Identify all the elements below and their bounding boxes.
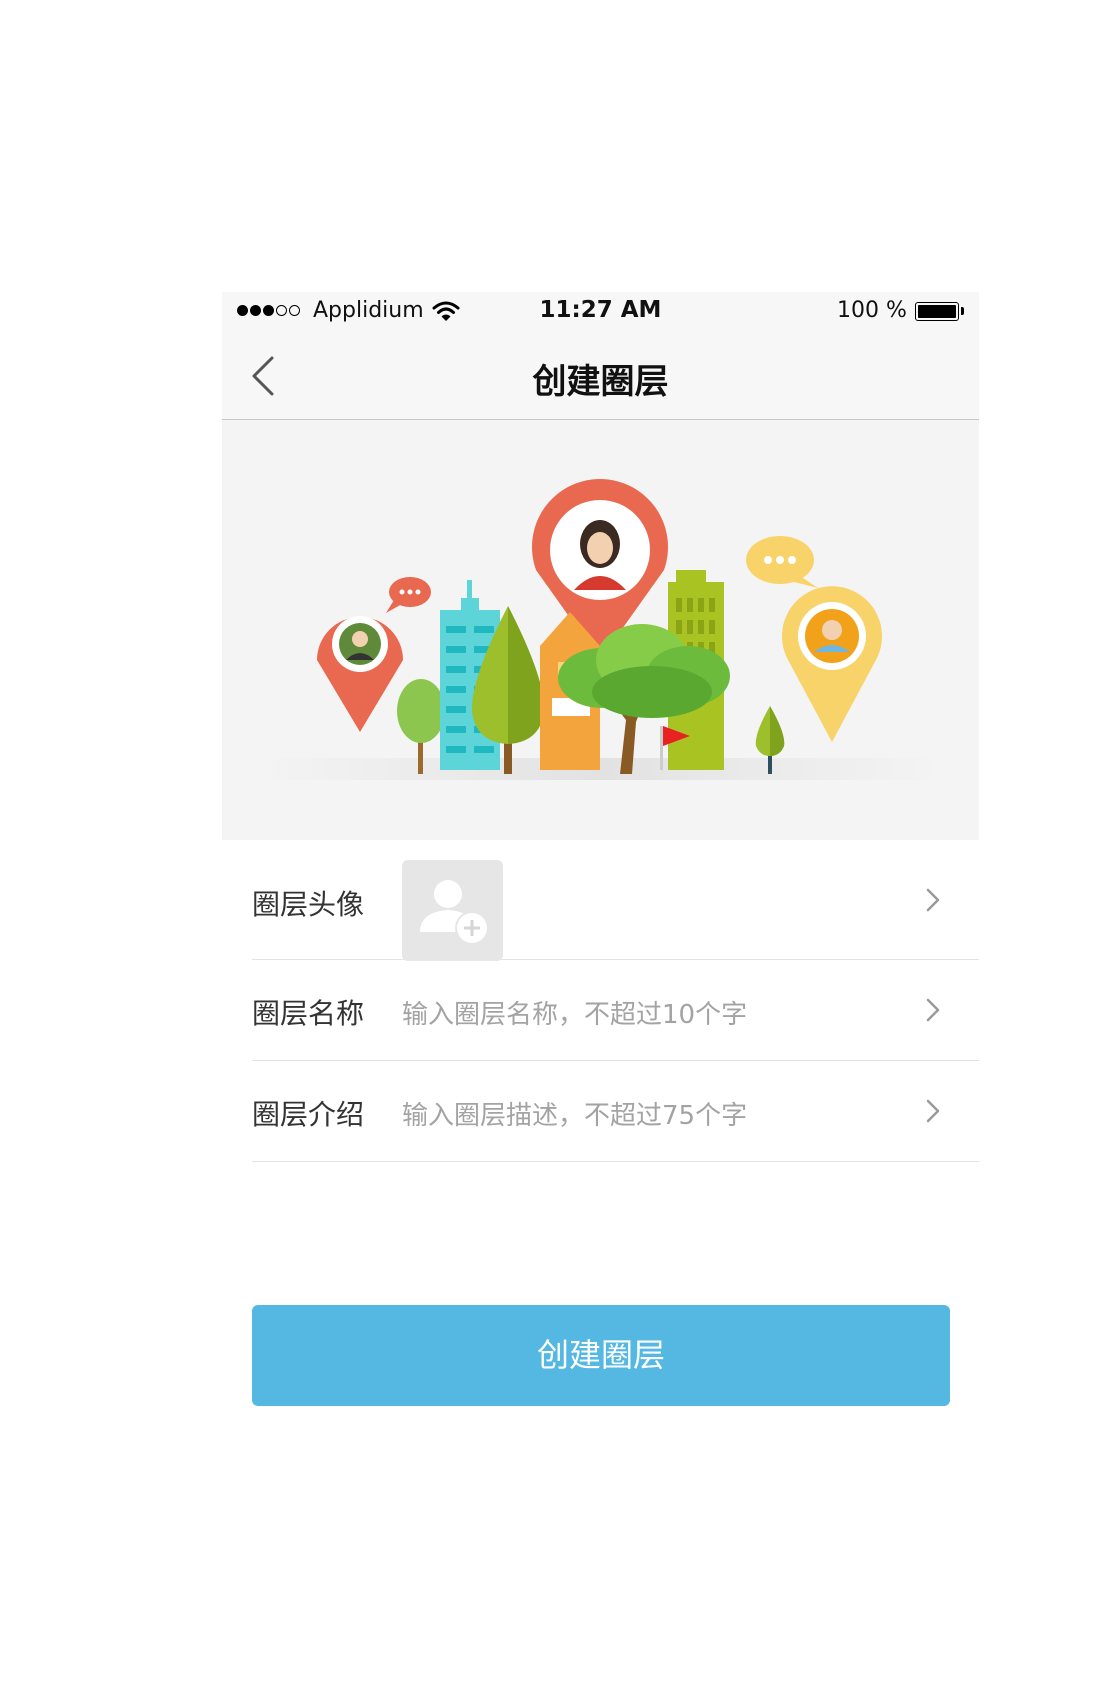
intro-row[interactable]: 圈层介绍 输入圈层描述，不超过75个字: [252, 1061, 979, 1162]
avatar-row[interactable]: 圈层头像: [252, 840, 979, 961]
battery-percent: 100 %: [837, 298, 907, 323]
map-pin-icon: [782, 586, 882, 742]
chat-bubble-icon: [386, 577, 431, 613]
avatar-label: 圈层头像: [252, 888, 365, 921]
intro-label: 圈层介绍: [252, 1098, 365, 1131]
chevron-right-icon: [926, 1099, 940, 1123]
intro-input[interactable]: 输入圈层描述，不超过75个字: [402, 1095, 747, 1132]
name-label: 圈层名称: [252, 997, 365, 1030]
name-input[interactable]: 输入圈层名称，不超过10个字: [402, 994, 747, 1031]
city-illustration: [262, 479, 942, 780]
page-title: 创建圈层: [532, 362, 669, 402]
create-circle-button[interactable]: 创建圈层: [252, 1305, 950, 1406]
battery-icon: [915, 302, 959, 321]
chevron-right-icon: [926, 998, 940, 1022]
banner-illustration: [222, 420, 979, 840]
navigation-bar: 创建圈层: [222, 332, 979, 420]
chat-bubble-icon: [746, 536, 818, 588]
avatar-upload[interactable]: [402, 860, 503, 961]
name-row[interactable]: 圈层名称 输入圈层名称，不超过10个字: [252, 960, 979, 1061]
battery-cap: [961, 307, 964, 315]
status-bar: Applidium 11:27 AM 100 %: [222, 292, 979, 332]
add-user-icon: [420, 880, 489, 945]
map-pin-icon: [317, 616, 403, 732]
ground-shadow: [262, 758, 942, 780]
chevron-right-icon: [926, 888, 940, 912]
phone-screen: Applidium 11:27 AM 100 % 创建圈层 圈层头像 圈层名称 …: [222, 292, 979, 1444]
